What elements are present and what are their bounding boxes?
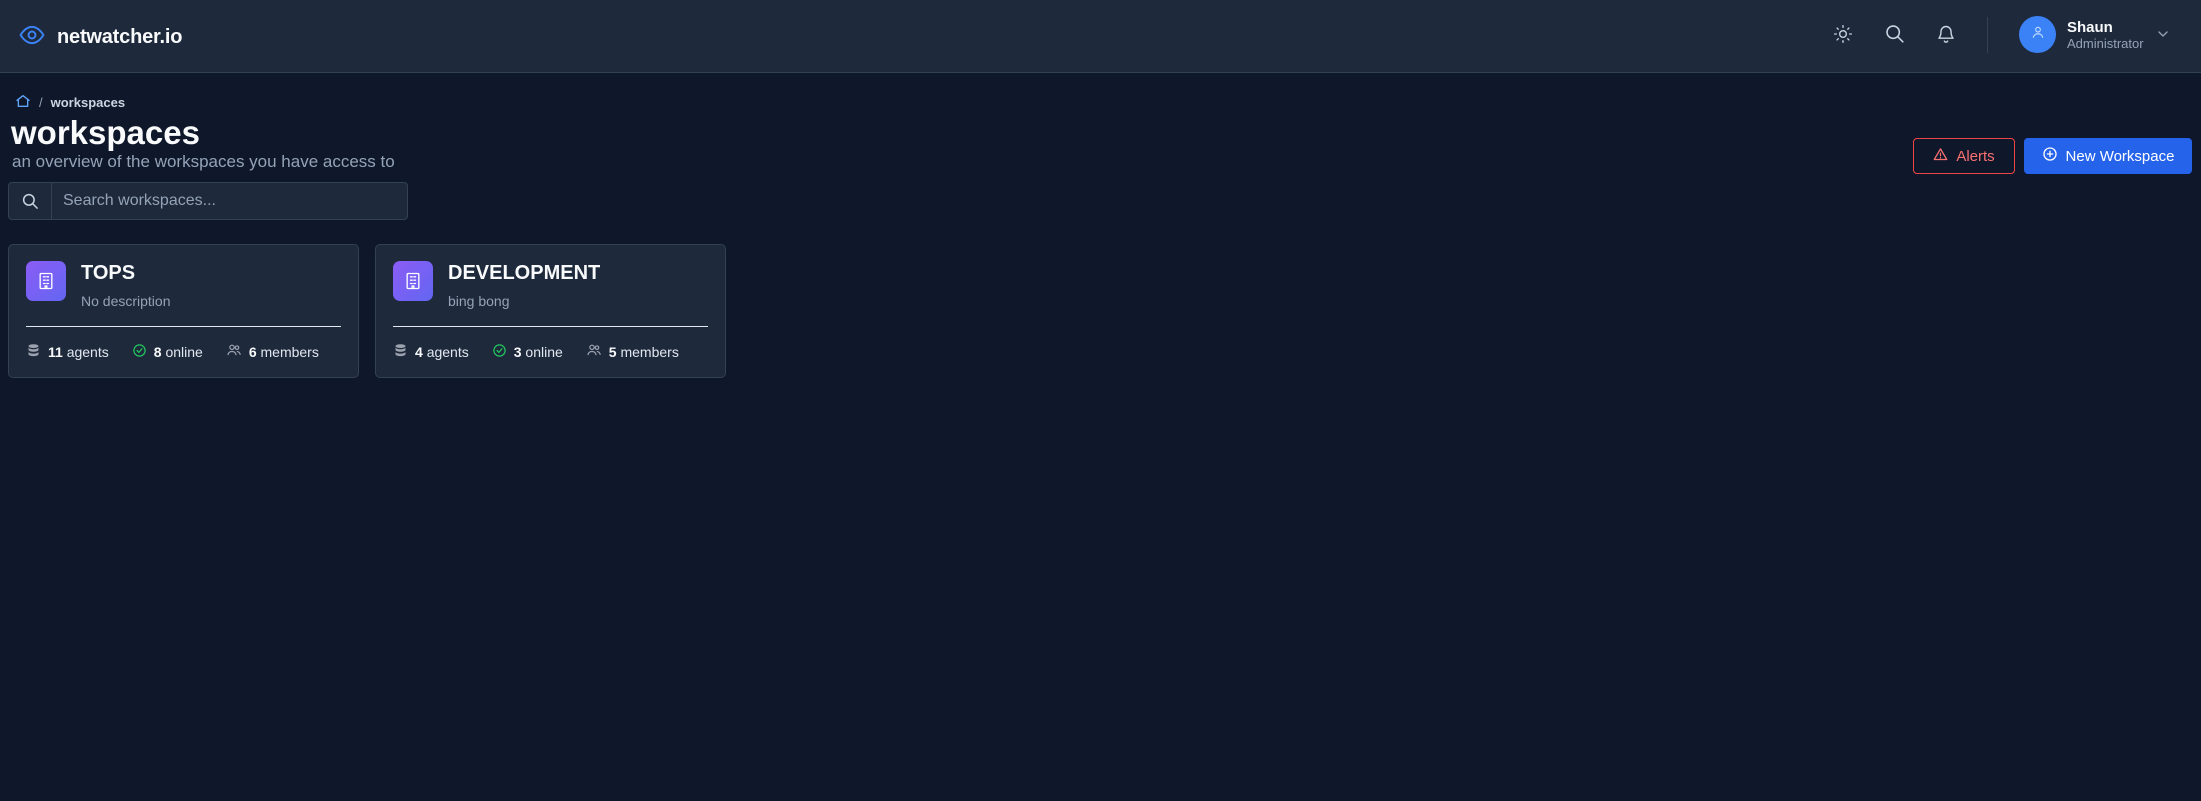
alerts-button-label: Alerts xyxy=(1956,147,1995,165)
agents-count: 4 xyxy=(415,343,423,360)
building-icon xyxy=(26,261,66,301)
online-label: online xyxy=(165,343,203,360)
members-stat: 5 members xyxy=(586,342,679,361)
user-name: Shaun xyxy=(2067,18,2113,36)
members-count: 6 xyxy=(248,343,257,360)
database-icon xyxy=(26,343,41,361)
breadcrumb-current: workspaces xyxy=(50,95,126,110)
user-icon xyxy=(2031,25,2045,44)
search-icon xyxy=(9,183,52,219)
workspace-name: DEVELOPMENT xyxy=(448,262,601,284)
agents-label: agents xyxy=(426,343,469,360)
online-stat: 3 online xyxy=(492,343,563,361)
users-icon xyxy=(586,342,602,361)
online-stat: 8 online xyxy=(132,343,203,361)
check-circle-icon xyxy=(492,343,507,361)
workspace-search xyxy=(8,182,408,220)
online-count: 8 xyxy=(153,343,162,360)
workspace-card[interactable]: TOPS No description 11 agents 8 online 6… xyxy=(8,244,359,378)
card-divider xyxy=(26,326,341,327)
workspace-name: TOPS xyxy=(81,262,136,284)
page-title: workspaces xyxy=(11,114,200,151)
warning-icon xyxy=(1933,147,1948,166)
new-workspace-button-label: New Workspace xyxy=(2065,147,2175,165)
members-label: members xyxy=(620,343,679,360)
user-menu[interactable]: Shaun Administrator xyxy=(2019,16,2144,53)
users-icon xyxy=(226,342,242,361)
building-icon xyxy=(393,261,433,301)
plus-circle-icon xyxy=(2042,146,2058,166)
card-divider xyxy=(393,326,708,327)
search-input[interactable] xyxy=(52,183,407,219)
page-subtitle: an overview of the workspaces you have a… xyxy=(12,152,395,171)
members-count: 5 xyxy=(608,343,617,360)
database-icon xyxy=(393,343,408,361)
breadcrumb-separator: / xyxy=(39,95,43,110)
check-circle-icon xyxy=(132,343,147,361)
global-search-button[interactable] xyxy=(1880,22,1908,50)
agents-count: 11 xyxy=(48,343,63,360)
eye-icon xyxy=(19,22,45,53)
top-navbar: netwatcher.io Shaun Administrator xyxy=(0,0,2201,73)
workspace-description: bing bong xyxy=(448,293,510,309)
members-stat: 6 members xyxy=(226,342,319,361)
breadcrumb: / workspaces xyxy=(15,93,125,112)
agents-stat: 11 agents xyxy=(26,343,109,361)
theme-toggle-button[interactable] xyxy=(1829,22,1857,50)
user-role: Administrator xyxy=(2067,35,2144,51)
online-label: online xyxy=(525,343,563,360)
navbar-divider xyxy=(1987,17,1988,53)
workspace-description: No description xyxy=(81,293,171,309)
online-count: 3 xyxy=(513,343,522,360)
members-label: members xyxy=(260,343,319,360)
bell-icon xyxy=(1936,24,1956,49)
workspace-card[interactable]: DEVELOPMENT bing bong 4 agents 3 online … xyxy=(375,244,726,378)
home-icon[interactable] xyxy=(15,93,31,112)
workspace-stats: 4 agents 3 online 5 members xyxy=(393,342,702,361)
agents-label: agents xyxy=(66,343,109,360)
sun-icon xyxy=(1833,24,1853,49)
search-icon xyxy=(1884,23,1905,49)
brand-logo[interactable]: netwatcher.io xyxy=(19,22,182,53)
chevron-down-icon[interactable] xyxy=(2155,26,2171,47)
workspace-stats: 11 agents 8 online 6 members xyxy=(26,342,342,361)
avatar xyxy=(2019,16,2056,53)
notifications-button[interactable] xyxy=(1932,22,1960,50)
alerts-button[interactable]: Alerts xyxy=(1913,138,2015,174)
new-workspace-button[interactable]: New Workspace xyxy=(2024,138,2192,174)
brand-name: netwatcher.io xyxy=(57,26,183,48)
agents-stat: 4 agents xyxy=(393,343,469,361)
